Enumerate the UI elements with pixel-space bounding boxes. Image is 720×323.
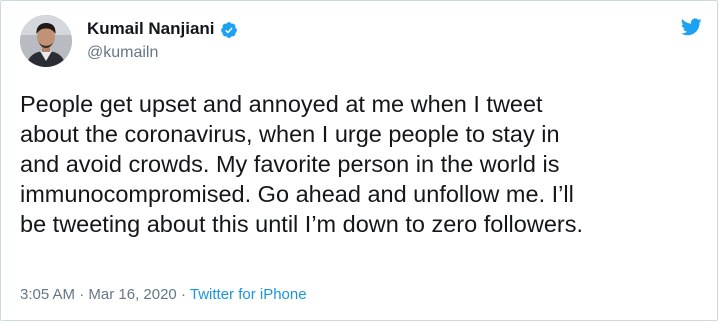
- meta-separator: ·: [79, 286, 85, 303]
- tweet-meta: 3:05 AM · Mar 16, 2020 · Twitter for iPh…: [20, 285, 307, 305]
- tweet-source-link[interactable]: Twitter for iPhone: [190, 286, 307, 303]
- tweet-text-line: and avoid crowds. My favorite person in …: [20, 151, 560, 177]
- tweet-text-line: be tweeting about this until I’m down to…: [20, 211, 583, 237]
- author-display-name[interactable]: Kumail Nanjiani: [87, 18, 215, 40]
- tweet-text-line: People get upset and annoyed at me when …: [20, 91, 543, 117]
- tweet-time[interactable]: 3:05 AM: [20, 286, 75, 303]
- tweet-date[interactable]: Mar 16, 2020: [88, 286, 176, 303]
- author-handle[interactable]: @kumailn: [87, 42, 238, 64]
- verified-badge-icon: [220, 21, 238, 39]
- tweet-card: Kumail Nanjiani @kumailn People get upse…: [0, 0, 718, 321]
- author-info: Kumail Nanjiani @kumailn: [87, 18, 238, 64]
- avatar[interactable]: [20, 15, 72, 67]
- avatar-image: [20, 15, 72, 67]
- meta-separator: ·: [180, 286, 186, 303]
- tweet-text-line: about the coronavirus, when I urge peopl…: [20, 121, 560, 147]
- tweet-text: People get upset and annoyed at me when …: [20, 89, 710, 239]
- name-row: Kumail Nanjiani: [87, 18, 238, 40]
- tweet-text-line: immunocompromised. Go ahead and unfollow…: [20, 181, 574, 207]
- twitter-bird-icon[interactable]: [680, 17, 702, 37]
